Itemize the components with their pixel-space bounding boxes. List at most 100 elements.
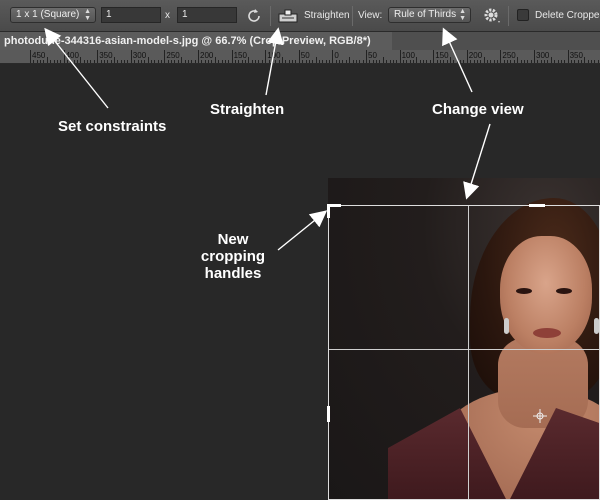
ruler-tick (211, 60, 213, 63)
ruler-tick (177, 60, 179, 63)
ruler-tick (540, 60, 542, 63)
ruler-tick (224, 60, 226, 63)
ruler-tick (355, 60, 357, 63)
ruler-tick (63, 50, 65, 63)
ruler-tick (366, 50, 367, 63)
ruler-tick (53, 60, 55, 63)
ruler-tick (150, 60, 152, 63)
document-tab[interactable]: photodune-344316-asian-model-s.jpg @ 66.… (0, 32, 392, 50)
ruler-tick (520, 60, 522, 63)
rotate-icon[interactable] (245, 7, 263, 25)
ruler-tick (258, 60, 260, 63)
ruler-tick (315, 57, 317, 63)
ruler-tick (534, 50, 535, 63)
ruler-tick (584, 57, 586, 63)
ruler-tick (423, 60, 425, 63)
width-field[interactable]: 1 (101, 7, 161, 23)
crop-handle-top[interactable] (529, 204, 545, 207)
ruler-tick (73, 60, 75, 63)
ruler-tick (208, 60, 210, 63)
crop-box[interactable] (327, 204, 600, 500)
ruler-tick (439, 60, 441, 63)
horizontal-ruler[interactable]: 450 400 350 300 250 200 150 100 50 0 50 100 150 200 25… (0, 50, 600, 64)
ruler-tick (261, 60, 263, 63)
ruler-tick (530, 60, 532, 63)
ruler-tick (83, 60, 85, 63)
ruler-tick (433, 50, 435, 63)
ruler-tick (265, 50, 267, 63)
ruler-tick (90, 60, 92, 63)
ruler-tick (107, 60, 109, 63)
ruler-tick (214, 57, 216, 63)
ruler-tick (103, 60, 105, 63)
ruler-tick (221, 60, 223, 63)
ruler-tick (161, 60, 163, 63)
ruler-tick (335, 60, 337, 63)
ruler-tick (194, 60, 196, 63)
ruler-tick (574, 60, 576, 63)
ruler-tick (181, 57, 183, 63)
toolbar-separator (270, 6, 271, 26)
ruler-tick (406, 60, 408, 63)
ruler-tick (557, 60, 559, 63)
ruler-tick (268, 60, 270, 63)
ruler-tick (302, 60, 304, 63)
grid-line-horizontal (329, 349, 599, 350)
ruler-tick (362, 60, 364, 63)
ruler-tick (352, 60, 354, 63)
ruler-tick (40, 60, 42, 63)
ruler-tick (463, 60, 465, 63)
ruler-label: 100 (267, 51, 281, 60)
select-arrows-icon: ▲ ▼ (84, 8, 91, 22)
ruler-tick (544, 60, 546, 63)
annotation-straighten: Straighten (210, 101, 285, 118)
straighten-icon[interactable] (278, 8, 298, 24)
crop-handle-corner[interactable] (327, 204, 330, 218)
ruler-tick (416, 57, 418, 63)
gear-icon[interactable] (482, 6, 502, 26)
ruler-tick (231, 50, 233, 63)
ruler-tick (329, 60, 331, 63)
ruler-label: 300 (132, 51, 147, 60)
ruler-tick (513, 60, 515, 63)
ruler-tick (50, 60, 52, 63)
ruler-tick (523, 60, 525, 63)
ruler-tick (248, 57, 250, 63)
ruler-tick (386, 60, 388, 63)
ruler-tick (503, 60, 505, 63)
ruler-label: 250 (166, 51, 180, 60)
view-select[interactable]: Rule of Thirds ▲ ▼ (388, 7, 471, 23)
crop-target-icon[interactable] (533, 409, 547, 423)
ruler-tick (228, 60, 230, 63)
ruler-label: 150 (233, 51, 247, 60)
crop-handle-left[interactable] (327, 406, 330, 422)
delete-cropped-checkbox[interactable] (517, 9, 529, 21)
ruler-tick (318, 60, 320, 63)
ruler-tick (164, 50, 166, 63)
ruler-tick (392, 60, 394, 63)
height-field[interactable]: 1 (177, 7, 237, 23)
ruler-tick (460, 60, 462, 63)
delete-cropped-label[interactable]: Delete Cropped (535, 10, 600, 22)
ruler-tick (382, 57, 384, 63)
ruler-tick (480, 60, 482, 63)
document-tab-strip: photodune-344316-asian-model-s.jpg @ 66.… (0, 32, 600, 50)
ruler-label: 50 (300, 51, 310, 60)
ruler-tick (570, 60, 572, 63)
ruler-tick (187, 60, 189, 63)
toolbar-separator (508, 6, 509, 26)
ruler-tick (359, 60, 361, 63)
annotation-new-handles: New cropping handles (188, 231, 278, 282)
ruler-tick (144, 60, 146, 63)
ruler-tick (560, 60, 562, 63)
ratio-select[interactable]: 1 x 1 (Square) ▲ ▼ (10, 7, 96, 23)
ruler-tick (184, 60, 186, 63)
ruler-tick (36, 60, 38, 63)
options-bar: 1 x 1 (Square) ▲ ▼ 1 x 1 Straighten View:… (0, 0, 600, 32)
ruler-tick (587, 60, 589, 63)
view-select-value: Rule of Thirds (394, 9, 457, 20)
ruler-tick (372, 60, 374, 63)
ruler-tick (93, 60, 95, 63)
straighten-label[interactable]: Straighten (304, 10, 350, 22)
ruler-tick (77, 60, 79, 63)
